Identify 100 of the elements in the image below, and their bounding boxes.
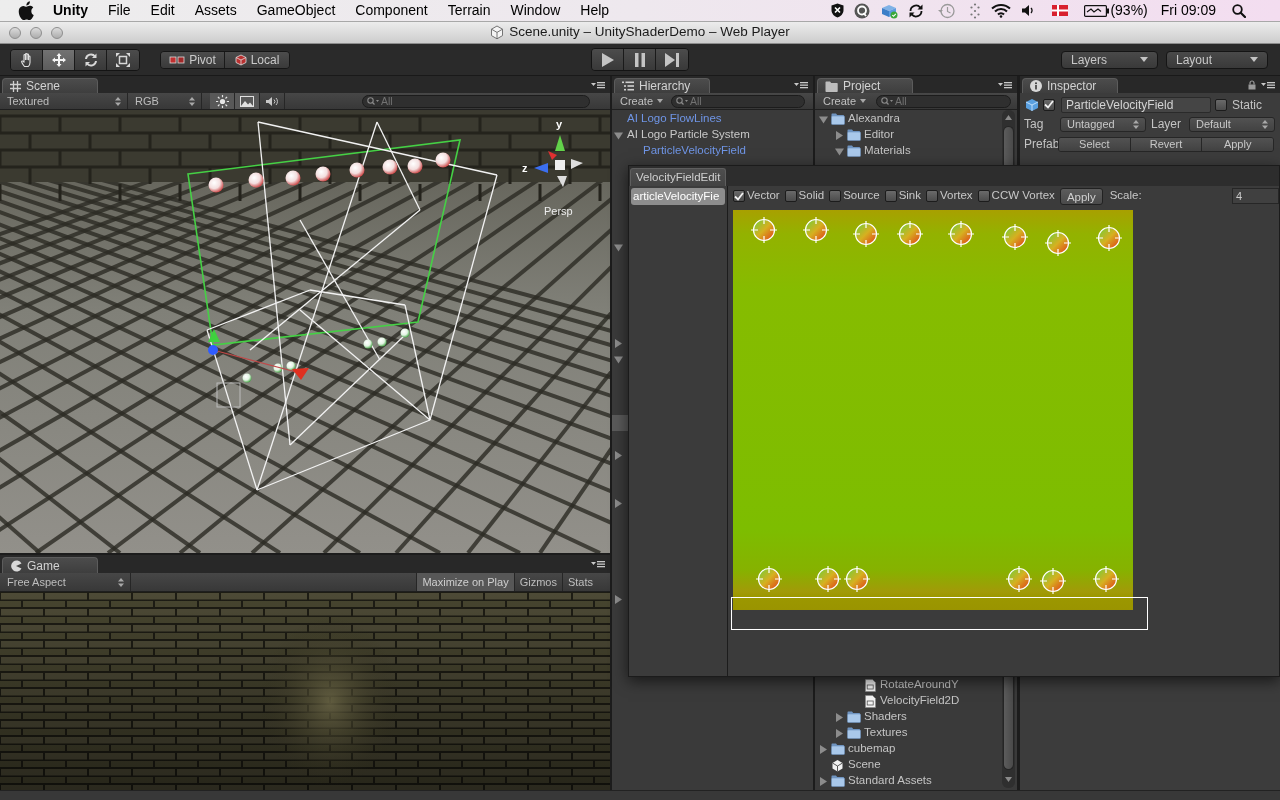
scrollbar-thumb[interactable]: [1003, 677, 1014, 770]
tree-item[interactable]: Standard Assets: [848, 772, 932, 790]
checkbox[interactable]: [733, 190, 745, 202]
expanded-triangle-icon[interactable]: [819, 114, 828, 124]
shield-icon[interactable]: [831, 3, 845, 18]
toggle-button[interactable]: Gizmos: [513, 573, 562, 591]
panel-menu-icon[interactable]: [794, 80, 808, 89]
tree-item[interactable]: Shaders: [864, 708, 907, 726]
menu-item[interactable]: Assets: [184, 0, 247, 21]
scale-tool-button[interactable]: [107, 49, 139, 70]
create-dropdown[interactable]: Create: [815, 93, 870, 109]
apple-logo-icon[interactable]: [18, 1, 35, 20]
tree-item[interactable]: Editor: [864, 126, 895, 144]
close-button[interactable]: [9, 26, 21, 39]
search-field[interactable]: All: [876, 94, 1012, 108]
layout-dropdown[interactable]: Layout: [1166, 50, 1268, 69]
minimize-button[interactable]: [30, 26, 42, 39]
crosshair-marker-icon[interactable]: [1095, 224, 1123, 252]
battery-icon[interactable]: [1084, 4, 1110, 17]
pivot-button[interactable]: Pivot: [161, 51, 225, 68]
tree-item[interactable]: cubemap: [848, 740, 896, 758]
prefab-button[interactable]: Revert: [1130, 137, 1203, 151]
collapsed-triangle-icon[interactable]: [819, 776, 828, 786]
play-button[interactable]: [592, 49, 624, 70]
scrollbar-track[interactable]: [1002, 110, 1015, 165]
expanded-triangle-icon[interactable]: [614, 130, 623, 140]
panel-menu-icon[interactable]: [591, 560, 605, 568]
crosshair-marker-icon[interactable]: [802, 216, 830, 244]
tree-item[interactable]: AI Logo Particle System: [627, 126, 750, 144]
checkbox[interactable]: [1215, 98, 1227, 111]
dropdown[interactable]: Default: [1189, 116, 1275, 132]
scrollbar-track[interactable]: [1002, 677, 1015, 788]
lighting-toggle[interactable]: [210, 93, 235, 109]
panel-menu-icon[interactable]: [591, 80, 605, 89]
app-menu[interactable]: Unity: [43, 0, 98, 21]
speaker-icon[interactable]: [1021, 4, 1035, 17]
search-icon[interactable]: [1232, 3, 1246, 18]
create-dropdown[interactable]: Create: [612, 93, 667, 109]
menu-item[interactable]: GameObject: [246, 0, 346, 21]
panel-menu-icon[interactable]: [998, 80, 1012, 89]
move-tool-button[interactable]: [43, 49, 75, 70]
collapsed-triangle-icon[interactable]: [614, 594, 623, 604]
checkbox[interactable]: [977, 190, 990, 202]
prefab-button[interactable]: Select: [1059, 137, 1131, 151]
panel-tab[interactable]: Hierarchy: [614, 78, 710, 93]
checkbox[interactable]: [784, 190, 797, 202]
crosshair-marker-icon[interactable]: [852, 220, 880, 248]
box-check-icon[interactable]: [880, 2, 899, 19]
velocity-field-canvas[interactable]: [733, 210, 1133, 610]
panel-tab[interactable]: Project: [817, 78, 913, 93]
lock-icon[interactable]: [1248, 79, 1256, 90]
bluetooth-icon[interactable]: [969, 2, 982, 19]
expanded-triangle-icon[interactable]: [835, 146, 844, 156]
panel-menu-icon[interactable]: [1261, 80, 1275, 89]
crosshair-marker-icon[interactable]: [750, 216, 778, 244]
circle-logo-icon[interactable]: [854, 2, 871, 19]
crosshair-marker-icon[interactable]: [843, 565, 871, 593]
panel-tab[interactable]: Inspector: [1022, 78, 1118, 93]
zoom-button[interactable]: [51, 26, 63, 39]
crosshair-marker-icon[interactable]: [1044, 229, 1072, 257]
wifi-icon[interactable]: [991, 3, 1012, 18]
crosshair-marker-icon[interactable]: [1092, 565, 1120, 593]
menu-item[interactable]: Terrain: [437, 0, 501, 21]
collapsed-triangle-icon[interactable]: [614, 498, 623, 508]
crosshair-marker-icon[interactable]: [1005, 565, 1033, 593]
scroll-down-arrow-icon[interactable]: [1005, 777, 1012, 782]
hand-tool-button[interactable]: [11, 49, 43, 70]
scrollbar-thumb[interactable]: [1003, 126, 1014, 165]
tree-item[interactable]: ParticleVelocityField: [643, 142, 746, 160]
flag-icon[interactable]: [1052, 5, 1069, 16]
crosshair-marker-icon[interactable]: [896, 220, 924, 248]
pause-button[interactable]: [624, 49, 656, 70]
crosshair-marker-icon[interactable]: [1039, 567, 1067, 595]
tree-item[interactable]: VelocityField2D: [880, 692, 960, 710]
tree-item[interactable]: Alexandra: [848, 110, 900, 128]
step-button[interactable]: [656, 49, 688, 70]
search-field[interactable]: All: [671, 94, 806, 108]
projection-label[interactable]: Persp: [544, 205, 573, 218]
toggle-button[interactable]: Stats: [561, 573, 598, 591]
crosshair-marker-icon[interactable]: [947, 220, 975, 248]
name-field[interactable]: ParticleVelocityField: [1061, 96, 1211, 113]
crosshair-marker-icon[interactable]: [755, 565, 783, 593]
menu-clock[interactable]: Fri 09:09: [1160, 0, 1216, 21]
prefab-button[interactable]: Apply: [1202, 137, 1273, 151]
tree-item[interactable]: Materials: [864, 142, 911, 160]
collapsed-triangle-icon[interactable]: [835, 130, 844, 140]
toggle-button[interactable]: Maximize on Play: [416, 573, 514, 591]
scale-field[interactable]: 4: [1232, 188, 1279, 204]
menu-item[interactable]: Edit: [140, 0, 185, 21]
rotate-tool-button[interactable]: [75, 49, 107, 70]
expanded-triangle-icon[interactable]: [614, 242, 623, 252]
collapsed-triangle-icon[interactable]: [835, 728, 844, 738]
tree-item[interactable]: RotateAroundY: [880, 676, 959, 694]
checkbox[interactable]: [829, 190, 842, 202]
window-tab[interactable]: VelocityFieldEdit: [630, 168, 727, 186]
collapsed-triangle-icon[interactable]: [819, 744, 828, 754]
local-button[interactable]: Local: [225, 51, 289, 68]
panel-tab[interactable]: Scene: [2, 78, 98, 93]
collapsed-triangle-icon[interactable]: [614, 450, 623, 460]
dropdown[interactable]: Textured: [0, 93, 128, 109]
